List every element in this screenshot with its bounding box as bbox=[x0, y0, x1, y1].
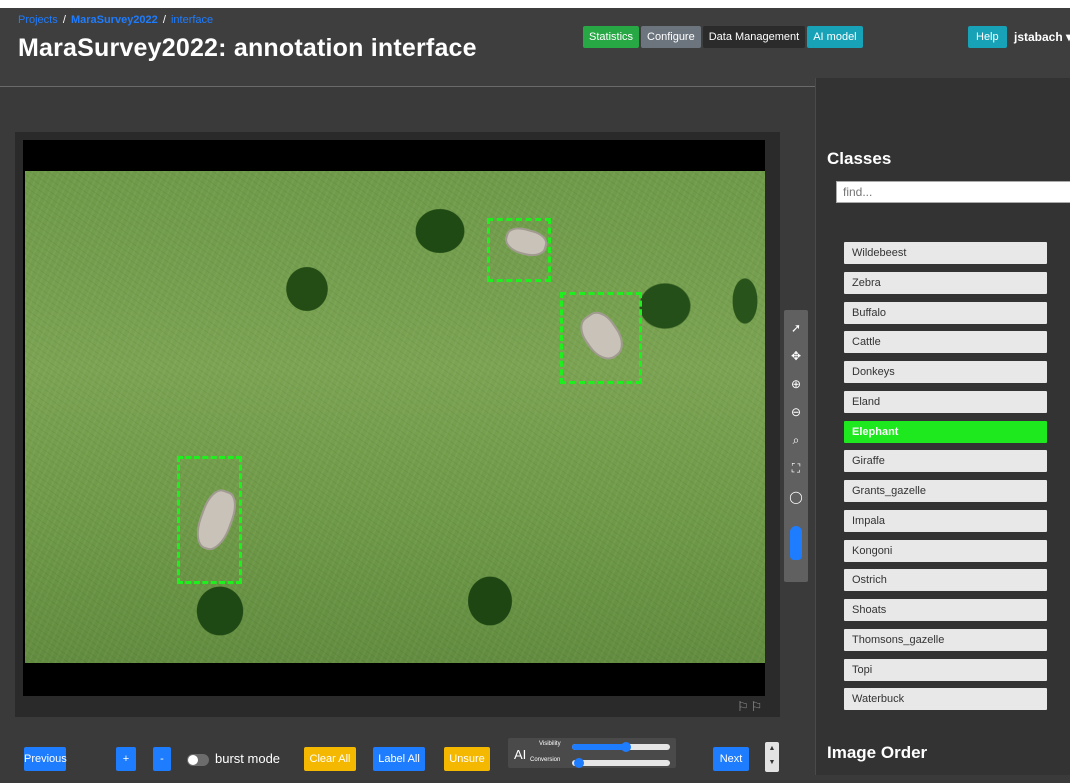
class-item[interactable]: Eland bbox=[844, 390, 1047, 413]
class-item[interactable]: Waterbuck bbox=[844, 688, 1047, 711]
zoom-in-icon[interactable]: ⊕ bbox=[784, 372, 808, 396]
zoom-area-icon[interactable]: ⌕ bbox=[784, 428, 808, 452]
class-item[interactable]: Impala bbox=[844, 509, 1047, 532]
class-item[interactable]: Giraffe bbox=[844, 450, 1047, 473]
select-arrow-icon[interactable]: ➚ bbox=[784, 316, 808, 340]
zoom-plus-button[interactable]: + bbox=[116, 747, 136, 771]
image-flag-icons[interactable]: ⚐⚐ bbox=[737, 699, 764, 715]
breadcrumb-separator: / bbox=[62, 14, 66, 26]
breadcrumb-current[interactable]: interface bbox=[171, 14, 213, 26]
previous-button[interactable]: Previous bbox=[24, 747, 67, 771]
class-item[interactable]: Thomsons_gazelle bbox=[844, 628, 1047, 651]
class-item[interactable]: Zebra bbox=[844, 271, 1047, 294]
class-search-input[interactable] bbox=[836, 181, 1070, 203]
reset-zoom-icon[interactable]: ⛶ bbox=[784, 456, 808, 480]
annotation-box[interactable] bbox=[560, 292, 642, 384]
breadcrumb-project[interactable]: MaraSurvey2022 bbox=[71, 14, 158, 26]
unsure-button[interactable]: Unsure bbox=[444, 747, 490, 771]
breadcrumb: Projects / MaraSurvey2022 / interface bbox=[18, 14, 213, 26]
help-button[interactable]: Help bbox=[968, 26, 1007, 48]
next-button[interactable]: Next bbox=[713, 747, 749, 771]
aerial-image[interactable] bbox=[25, 171, 765, 663]
visibility-slider-fill bbox=[572, 744, 626, 750]
class-item[interactable]: Donkeys bbox=[844, 361, 1047, 383]
class-item[interactable]: Wildebeest bbox=[844, 242, 1047, 264]
class-item[interactable]: Shoats bbox=[844, 599, 1047, 621]
burst-mode-label: burst mode bbox=[215, 751, 281, 766]
conversion-slider-handle[interactable] bbox=[573, 758, 584, 768]
clear-all-button[interactable]: Clear All bbox=[304, 747, 356, 771]
breadcrumb-projects[interactable]: Projects bbox=[18, 14, 58, 26]
visibility-slider-handle[interactable] bbox=[620, 742, 631, 752]
conversion-slider[interactable] bbox=[572, 760, 670, 766]
breadcrumb-separator: / bbox=[162, 14, 166, 26]
class-item[interactable]: Ostrich bbox=[844, 569, 1047, 592]
class-item[interactable]: Topi bbox=[844, 658, 1047, 681]
burst-mode-toggle[interactable] bbox=[187, 754, 209, 766]
class-item[interactable]: Cattle bbox=[844, 331, 1047, 354]
statistics-button[interactable]: Statistics bbox=[583, 26, 640, 48]
conversion-label: Conversion bbox=[530, 757, 561, 763]
data-management-button[interactable]: Data Management bbox=[702, 26, 806, 48]
class-item[interactable]: Buffalo bbox=[844, 301, 1047, 324]
page-title: MaraSurvey2022: annotation interface bbox=[18, 34, 477, 62]
tool-palette: ➚ ✥ ⊕ ⊖ ⌕ ⛶ ◯ bbox=[784, 310, 808, 582]
class-list: Wildebeest Zebra Buffalo Cattle Donkeys … bbox=[844, 242, 1047, 718]
user-menu[interactable]: jstabach ▾ bbox=[1014, 30, 1070, 44]
paint-brush-icon[interactable] bbox=[790, 526, 802, 560]
annotation-box[interactable] bbox=[487, 218, 551, 282]
label-all-button[interactable]: Label All bbox=[373, 747, 425, 771]
ai-label: AI bbox=[514, 747, 527, 762]
visibility-label: Visibility bbox=[539, 741, 561, 747]
configure-button[interactable]: Configure bbox=[641, 26, 701, 48]
zoom-minus-button[interactable]: - bbox=[153, 747, 171, 771]
ai-model-button[interactable]: AI model bbox=[807, 26, 863, 48]
pan-icon[interactable]: ✥ bbox=[784, 344, 808, 368]
order-scroll-stepper[interactable]: ▲ ▼ bbox=[765, 742, 779, 772]
class-item-selected[interactable]: Elephant bbox=[844, 420, 1047, 443]
classes-heading: Classes bbox=[827, 149, 892, 168]
class-item[interactable]: Kongoni bbox=[844, 539, 1047, 562]
image-order-heading: Image Order bbox=[827, 743, 928, 762]
annotation-box[interactable] bbox=[177, 456, 242, 584]
top-nav: Statistics Configure Data Management AI … bbox=[583, 26, 863, 48]
lasso-icon[interactable]: ◯ bbox=[784, 485, 808, 509]
zoom-out-icon[interactable]: ⊖ bbox=[784, 400, 808, 424]
class-item[interactable]: Grants_gazelle bbox=[844, 480, 1047, 502]
